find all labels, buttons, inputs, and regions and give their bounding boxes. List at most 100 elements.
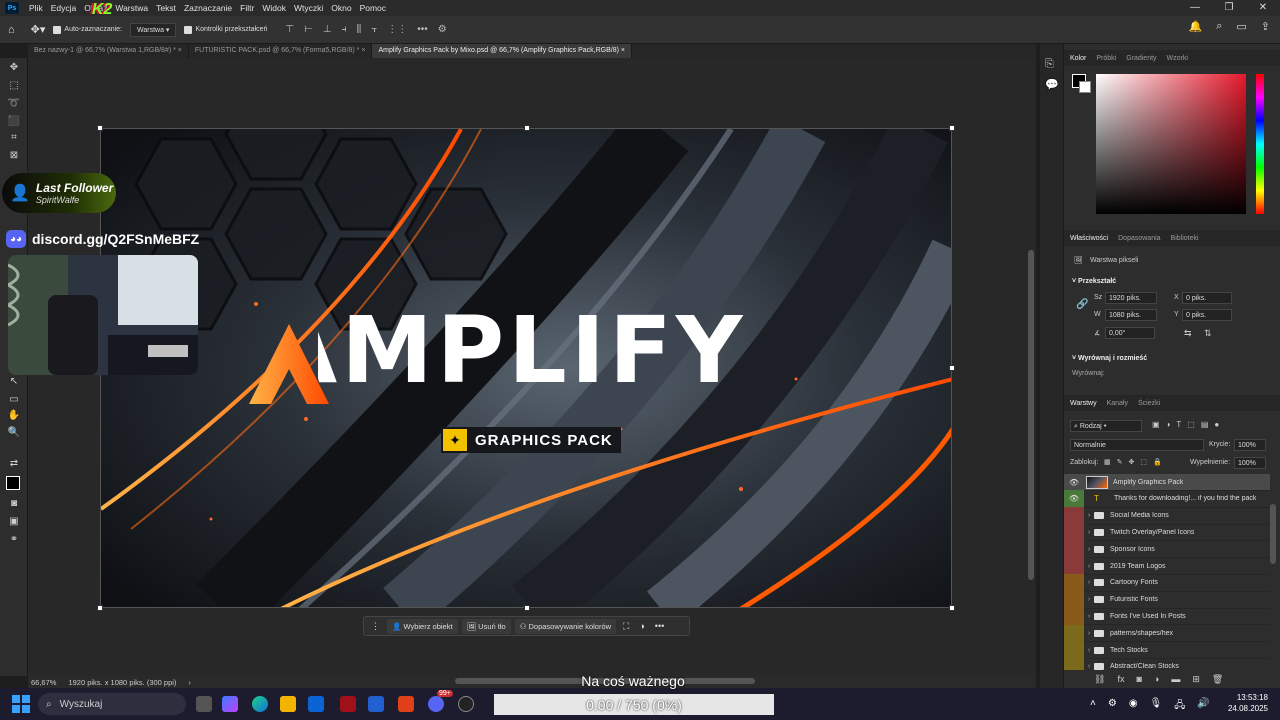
comments-icon[interactable]: 💬: [1045, 78, 1059, 91]
visibility-eye-icon[interactable]: [1064, 607, 1084, 625]
swap-colors-icon[interactable]: ⇄: [6, 458, 22, 472]
visibility-eye-icon[interactable]: [1064, 574, 1084, 592]
transform-handle-tm[interactable]: [524, 125, 530, 131]
y-input[interactable]: 0 piks.: [1182, 309, 1232, 321]
document-canvas[interactable]: AMPLIFY ✦ GRAPHICS PACK: [100, 128, 952, 608]
quick-mask-icon[interactable]: ◙: [6, 498, 22, 512]
link-dimensions-icon[interactable]: 🔗: [1076, 299, 1088, 310]
network-icon[interactable]: 🖧: [1174, 698, 1185, 715]
layer-row[interactable]: › Futuristic Fonts: [1064, 591, 1270, 609]
link-layers-icon[interactable]: ⛓: [1094, 674, 1105, 685]
new-layer-icon[interactable]: ⊞: [1192, 674, 1200, 685]
visibility-eye-icon[interactable]: [1064, 507, 1084, 525]
expand-group-icon[interactable]: ›: [1084, 529, 1094, 536]
tab-adjustments[interactable]: Dopasowania: [1118, 235, 1160, 242]
menu-layer[interactable]: Warstwa: [111, 3, 152, 13]
discord-taskbar-icon[interactable]: [428, 696, 444, 712]
layer-row[interactable]: 👁 Amplify Graphics Pack: [1064, 474, 1270, 491]
workspace-icon[interactable]: ▭: [1236, 20, 1246, 33]
hue-slider[interactable]: [1256, 74, 1264, 214]
color-field[interactable]: [1096, 74, 1246, 214]
remove-background-button[interactable]: 🖼 Usuń tło: [461, 618, 511, 634]
menu-type[interactable]: Tekst: [152, 3, 180, 13]
height-input[interactable]: 1080 piks.: [1105, 309, 1157, 321]
align-left-icon[interactable]: ⫞: [342, 24, 347, 35]
transform-handle-mr[interactable]: [949, 365, 955, 371]
layer-row[interactable]: › patterns/shapes/hex: [1064, 624, 1270, 643]
hand-tool-icon[interactable]: ✋: [6, 410, 22, 424]
status-arrow-icon[interactable]: ›: [188, 678, 191, 687]
tab-channels[interactable]: Kanały: [1107, 400, 1128, 407]
more-options-icon[interactable]: •••: [417, 24, 428, 35]
tab-close-icon[interactable]: ×: [621, 47, 625, 54]
vertical-scrollbar[interactable]: [1028, 250, 1034, 580]
layer-row[interactable]: › Tech Stocks: [1064, 641, 1270, 659]
visibility-eye-icon[interactable]: [1064, 624, 1084, 642]
tab-color[interactable]: Kolor: [1070, 55, 1086, 62]
color-match-button[interactable]: ⚇ Dopasowywanie kolorów: [514, 618, 617, 634]
select-subject-button[interactable]: 👤 Wybierz obiekt: [387, 618, 458, 634]
tab-properties[interactable]: Właściwości: [1070, 235, 1108, 242]
transform-handle-tr[interactable]: [949, 125, 955, 131]
tab-swatches[interactable]: Próbki: [1096, 55, 1116, 62]
align-middle-icon[interactable]: ⊢: [304, 24, 313, 35]
menu-window[interactable]: Okno: [327, 3, 355, 13]
tray-app-icon[interactable]: ◉: [1129, 698, 1138, 715]
expand-group-icon[interactable]: ›: [1084, 630, 1094, 637]
share-icon[interactable]: ⇪: [1261, 20, 1270, 33]
task-view-icon[interactable]: [196, 696, 212, 712]
crop-tool-icon[interactable]: ⌗: [6, 132, 22, 146]
fill-input[interactable]: 100%: [1234, 457, 1266, 469]
layer-row[interactable]: › Abstract/Clean Stocks: [1064, 658, 1270, 670]
transform-handle-tl[interactable]: [97, 125, 103, 131]
more-icon[interactable]: •••: [652, 621, 667, 631]
app-icon[interactable]: [368, 696, 384, 712]
obs-icon[interactable]: [458, 696, 474, 712]
tab-document-2[interactable]: FUTURISTIC PACK.psd @ 66,7% (Forma5,RGB/…: [189, 44, 373, 58]
auto-select-checkbox[interactable]: Auto-zaznaczanie:: [53, 25, 122, 34]
extras-icon[interactable]: ⚭: [6, 534, 22, 548]
distribute-icon[interactable]: ⋮⋮: [387, 24, 407, 35]
layer-row[interactable]: › Sponsor Icons: [1064, 540, 1270, 559]
zoom-level[interactable]: 66,67%: [31, 678, 56, 687]
zoom-tool-icon[interactable]: 🔍: [6, 427, 22, 441]
transform-section-title[interactable]: ˅ Przekształć: [1072, 278, 1116, 285]
blend-mode-dropdown[interactable]: Normalnie: [1070, 439, 1204, 451]
fx-icon[interactable]: fx: [1117, 674, 1124, 685]
visibility-eye-icon[interactable]: [1064, 523, 1084, 541]
home-icon[interactable]: ⌂: [8, 24, 15, 36]
opacity-input[interactable]: 100%: [1234, 439, 1266, 451]
expand-group-icon[interactable]: ›: [1084, 512, 1094, 519]
adjustment-layer-icon[interactable]: ◑: [1154, 674, 1159, 685]
restore-icon[interactable]: ❐: [1212, 0, 1246, 16]
visibility-eye-icon[interactable]: [1064, 540, 1084, 558]
copilot-icon[interactable]: [222, 696, 238, 712]
layer-row[interactable]: › 2019 Team Logos: [1064, 557, 1270, 575]
layer-filter-icons[interactable]: ▣◑T⬚▤●: [1152, 420, 1225, 429]
visibility-eye-icon[interactable]: [1064, 658, 1084, 670]
foreground-color-swatch[interactable]: [6, 476, 20, 490]
layer-row[interactable]: › Fonts I've Used In Posts: [1064, 607, 1270, 626]
layer-row[interactable]: › Cartoony Fonts: [1064, 574, 1270, 592]
menu-help[interactable]: Pomoc: [356, 3, 390, 13]
menu-select[interactable]: Zaznaczanie: [180, 3, 236, 13]
search-icon[interactable]: ⌕: [1216, 20, 1222, 33]
lock-icons[interactable]: ▦✎✥⬚🔒: [1104, 458, 1168, 466]
expand-group-icon[interactable]: ›: [1084, 647, 1094, 654]
layer-filter-dropdown[interactable]: ⌕ Rodzaj ▾: [1070, 420, 1142, 432]
path-select-tool-icon[interactable]: ↖: [6, 376, 22, 390]
windows-start-icon[interactable]: [12, 695, 30, 713]
add-mask-icon[interactable]: ◙: [1136, 674, 1141, 685]
expand-group-icon[interactable]: ›: [1084, 546, 1094, 553]
align-bottom-icon[interactable]: ⊥: [323, 24, 332, 35]
layer-row[interactable]: › Twitch Overlay/Panel Icons: [1064, 523, 1270, 542]
drag-handle-icon[interactable]: ⋮: [368, 621, 383, 632]
align-right-icon[interactable]: ⫟: [371, 24, 377, 35]
tab-gradients[interactable]: Gradienty: [1126, 55, 1156, 62]
flip-vertical-icon[interactable]: ⇅: [1204, 328, 1212, 339]
visibility-eye-icon[interactable]: 👁: [1064, 474, 1084, 491]
app-icon[interactable]: [340, 696, 356, 712]
frame-tool-icon[interactable]: ⊠: [6, 150, 22, 164]
layer-row[interactable]: 👁 T Thanks for downloading!... if you find…: [1064, 490, 1270, 508]
settings-gear-icon[interactable]: ⚙: [438, 24, 447, 35]
